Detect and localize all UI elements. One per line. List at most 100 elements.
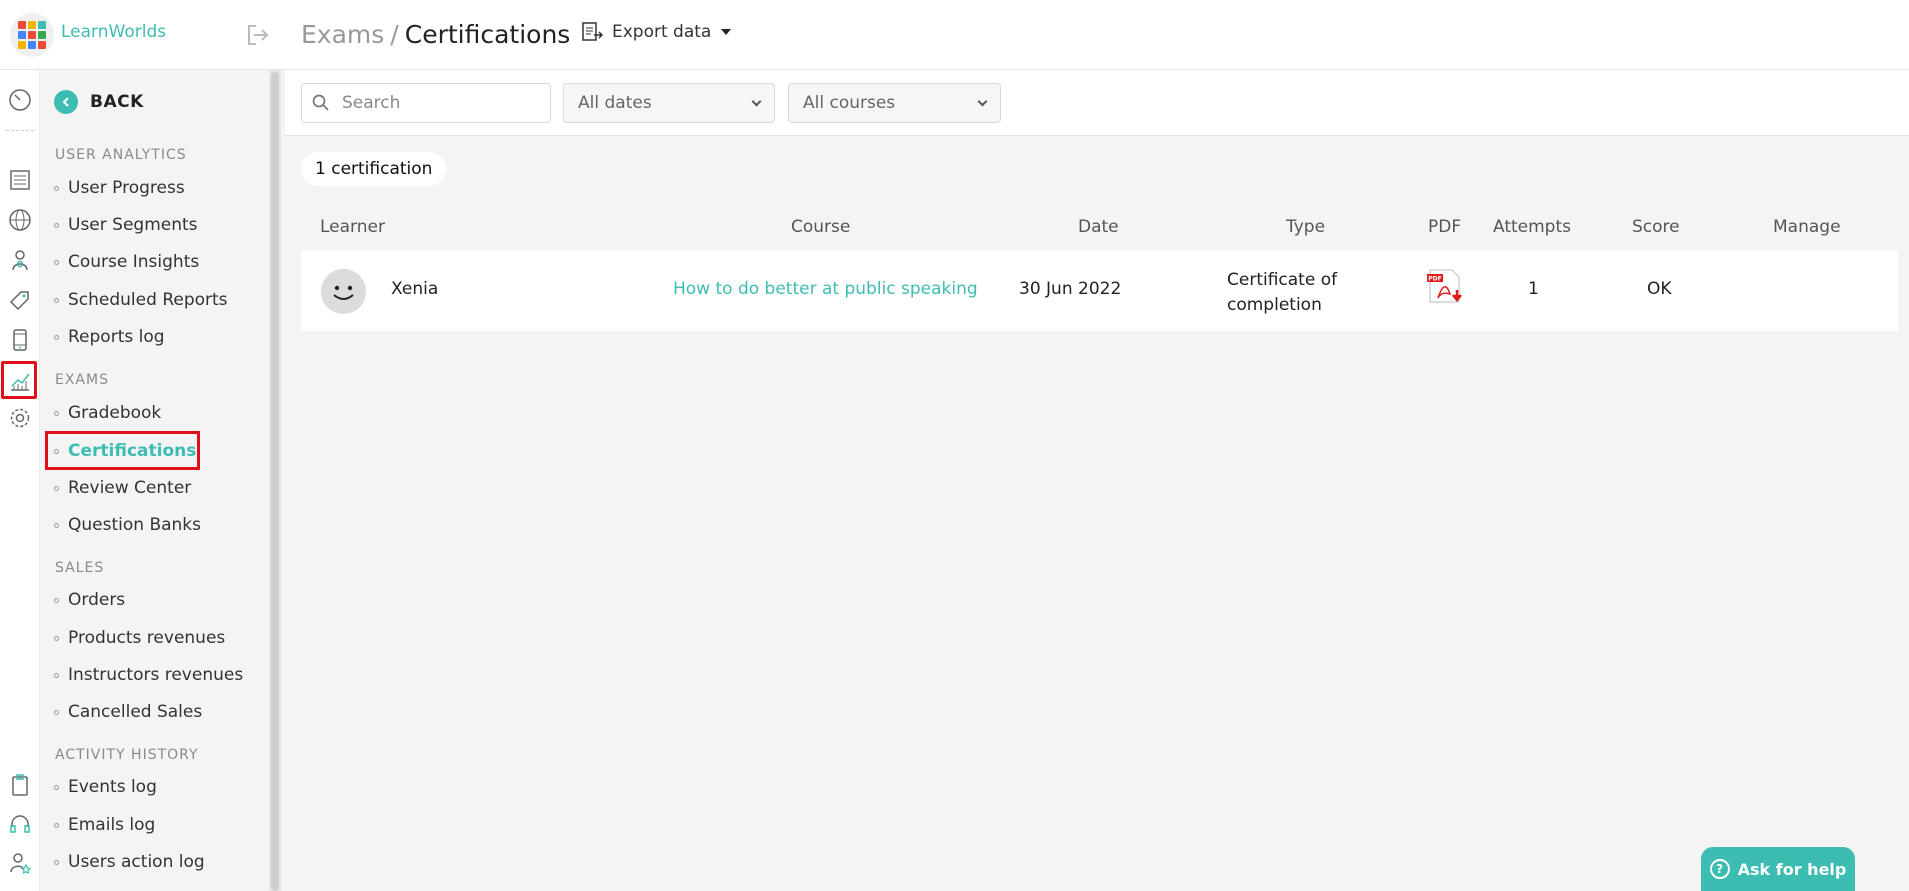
pages-icon[interactable]: [6, 166, 34, 194]
nav-item-label: Course Insights: [68, 252, 200, 272]
bullet-icon: [54, 709, 59, 715]
nav-item-label: Instructors revenues: [68, 665, 244, 685]
results-count-badge: 1 certification: [301, 152, 447, 186]
sidebar-scrollbar-thumb[interactable]: [271, 72, 279, 891]
nav-item-gradebook[interactable]: Gradebook: [54, 403, 161, 423]
breadcrumb-parent[interactable]: Exams: [301, 20, 384, 49]
nav-item-emails-log[interactable]: Emails log: [54, 815, 155, 835]
export-file-icon: [582, 22, 604, 41]
attempts-count: 1: [1528, 279, 1539, 299]
column-header-score[interactable]: Score: [1632, 217, 1680, 237]
export-data-button[interactable]: Export data: [582, 22, 732, 42]
column-header-course[interactable]: Course: [791, 217, 850, 237]
nav-item-label: Cancelled Sales: [68, 702, 203, 722]
back-arrow-icon: [54, 90, 78, 114]
user-star-icon[interactable]: [6, 849, 34, 877]
settings-gear-icon[interactable]: [6, 404, 34, 432]
icon-rail: [0, 70, 40, 891]
nav-item-label: Review Center: [68, 478, 192, 498]
nav-item-label: Gradebook: [68, 403, 162, 423]
nav-item-certifications[interactable]: Certifications: [54, 441, 196, 461]
caret-down-icon: [721, 29, 732, 35]
certification-type-line: completion: [1227, 295, 1322, 315]
clipboard-icon[interactable]: [6, 771, 34, 799]
nav-item-question-banks[interactable]: Question Banks: [54, 515, 201, 535]
column-header-date[interactable]: Date: [1078, 217, 1119, 237]
bullet-icon: [54, 410, 59, 416]
course-link[interactable]: How to do better at public speaking: [673, 279, 978, 299]
column-header-learner[interactable]: Learner: [320, 217, 385, 237]
nav-item-label: Users action log: [68, 852, 205, 872]
dates-select[interactable]: All dates: [563, 83, 775, 123]
nav-item-products-revenues[interactable]: Products revenues: [54, 628, 225, 648]
courses-select[interactable]: All courses: [788, 83, 1001, 123]
nav-item-scheduled-reports[interactable]: Scheduled Reports: [54, 290, 228, 310]
chevron-down-icon: [977, 96, 988, 106]
bullet-icon: [54, 485, 59, 491]
logo-bar: LearnWorlds: [0, 0, 285, 70]
dates-select-value: All dates: [578, 93, 652, 113]
nav-item-label: Question Banks: [68, 515, 201, 535]
page-title: Certifications: [404, 20, 571, 49]
back-label: BACK: [90, 92, 144, 112]
nav-item-label: Emails log: [68, 815, 156, 835]
bullet-icon: [54, 297, 59, 303]
pdf-download-icon[interactable]: PDF: [1426, 268, 1466, 306]
nav-item-label: Products revenues: [68, 628, 226, 648]
avatar[interactable]: [321, 269, 366, 314]
bullet-icon: [54, 259, 59, 265]
ask-for-help-label: Ask for help: [1737, 859, 1847, 879]
column-header-pdf: PDF: [1428, 217, 1462, 237]
nav-item-course-insights[interactable]: Course Insights: [54, 252, 199, 272]
chevron-down-icon: [751, 96, 762, 106]
section-sales: SALES: [55, 560, 105, 576]
search-icon: [312, 94, 329, 111]
logout-icon[interactable]: [246, 24, 270, 46]
column-header-type[interactable]: Type: [1286, 217, 1325, 237]
section-user-analytics: USER ANALYTICS: [55, 147, 187, 163]
app-name[interactable]: LearnWorlds: [61, 22, 166, 42]
nav-item-users-action-log[interactable]: Users action log: [54, 852, 205, 872]
analytics-sidebar: BACK USER ANALYTICS User Progress User S…: [40, 70, 270, 891]
bullet-icon: [54, 672, 59, 678]
filter-bar: All dates All courses: [285, 70, 1909, 136]
users-icon[interactable]: [6, 246, 34, 274]
nav-item-review-center[interactable]: Review Center: [54, 478, 191, 498]
nav-item-reports-log[interactable]: Reports log: [54, 327, 165, 347]
search-input[interactable]: [342, 93, 532, 113]
nav-item-instructors-revenues[interactable]: Instructors revenues: [54, 665, 243, 685]
certification-date: 30 Jun 2022: [1019, 279, 1122, 299]
mobile-icon[interactable]: [6, 326, 34, 354]
column-header-manage: Manage: [1773, 217, 1841, 237]
tag-icon[interactable]: [6, 286, 34, 314]
nav-item-label: Scheduled Reports: [68, 290, 228, 310]
svg-text:PDF: PDF: [1428, 276, 1441, 283]
column-header-attempts[interactable]: Attempts: [1493, 217, 1571, 237]
search-box[interactable]: [301, 83, 551, 123]
nav-item-label: Reports log: [68, 327, 165, 347]
learnworlds-logo-icon[interactable]: [10, 13, 54, 57]
bullet-icon: [54, 448, 59, 454]
nav-item-cancelled-sales[interactable]: Cancelled Sales: [54, 702, 202, 722]
globe-icon[interactable]: [6, 206, 34, 234]
nav-item-orders[interactable]: Orders: [54, 590, 125, 610]
bullet-icon: [54, 222, 59, 228]
ask-for-help-button[interactable]: ? Ask for help: [1701, 847, 1855, 891]
score-value: OK: [1647, 279, 1672, 299]
back-button[interactable]: BACK: [54, 90, 144, 114]
bullet-icon: [54, 597, 59, 603]
nav-item-label: User Progress: [68, 178, 185, 198]
help-question-icon: ?: [1709, 859, 1730, 879]
certification-type-line: Certificate of: [1227, 270, 1338, 290]
page-header: Exams / Certifications Export data: [285, 0, 1909, 70]
nav-item-label: Certifications: [68, 441, 197, 461]
section-exams: EXAMS: [55, 372, 109, 388]
dashboard-gauge-icon[interactable]: [6, 86, 34, 114]
headset-icon[interactable]: [6, 811, 34, 839]
table-row: Xenia How to do better at public speakin…: [301, 250, 1898, 331]
nav-item-user-segments[interactable]: User Segments: [54, 215, 198, 235]
learner-name[interactable]: Xenia: [391, 279, 438, 299]
courses-select-value: All courses: [803, 93, 896, 113]
nav-item-events-log[interactable]: Events log: [54, 777, 157, 797]
nav-item-user-progress[interactable]: User Progress: [54, 178, 185, 198]
